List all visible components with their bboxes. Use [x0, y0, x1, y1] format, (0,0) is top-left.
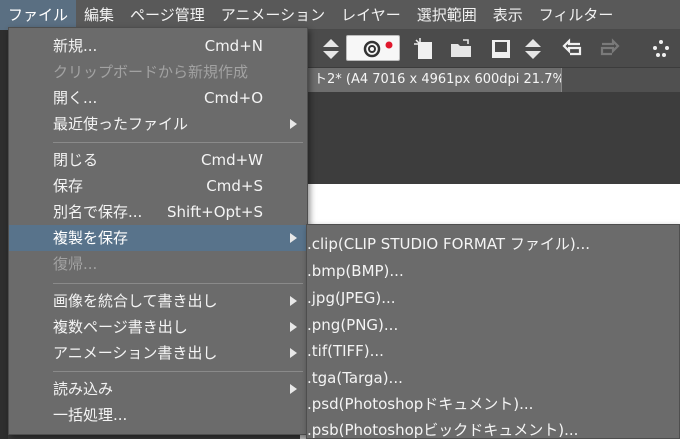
left-panel-edge	[0, 30, 8, 439]
menu-item-label: アニメーション書き出し	[53, 344, 218, 362]
menu-item-export-single-layer[interactable]: 画像を統合して書き出し	[9, 288, 307, 314]
submenu-item-jpg[interactable]: .jpg(JPEG)...	[307, 285, 679, 311]
submenu-arrow-icon	[290, 322, 297, 332]
menu-item-label: 復帰...	[53, 255, 98, 273]
menu-item-import[interactable]: 読み込み	[9, 376, 307, 402]
menu-item-new-from-clipboard: クリップボードから新規作成	[9, 59, 307, 85]
menu-item-label: クリップボードから新規作成	[53, 63, 249, 81]
menu-item-shortcut: Cmd+S	[206, 177, 263, 195]
menu-item-label: 保存	[53, 177, 84, 195]
spinner-arrows-icon[interactable]	[318, 36, 344, 62]
spinner-arrows-icon-2[interactable]	[520, 36, 546, 62]
clip-studio-logo-button[interactable]	[346, 35, 400, 61]
new-document-icon[interactable]	[412, 36, 438, 62]
menu-item-save[interactable]: 保存 Cmd+S	[9, 173, 307, 199]
menu-item-label: 画像を統合して書き出し	[53, 292, 218, 310]
menu-item-close[interactable]: 閉じる Cmd+W	[9, 147, 307, 173]
menu-item-save-as[interactable]: 別名で保存... Shift+Opt+S	[9, 199, 307, 225]
submenu-arrow-icon	[290, 348, 297, 358]
menu-item-batch-process[interactable]: 一括処理...	[9, 402, 307, 428]
menubar-layer[interactable]: レイヤー	[333, 0, 409, 30]
menu-separator	[53, 283, 303, 284]
file-menu: 新規... Cmd+N クリップボードから新規作成 開く... Cmd+O 最近…	[8, 27, 308, 435]
menubar-selection[interactable]: 選択範囲	[409, 0, 485, 30]
menubar-file[interactable]: ファイル	[0, 0, 77, 30]
menu-item-revert: 復帰...	[9, 251, 307, 277]
menu-item-label: 開く...	[53, 89, 98, 107]
open-folder-icon[interactable]	[448, 36, 474, 62]
submenu-arrow-icon	[290, 384, 297, 394]
menu-item-label: 一括処理...	[53, 406, 128, 424]
menu-item-label: 閉じる	[53, 151, 99, 169]
menu-item-export-multiple-pages[interactable]: 複数ページ書き出し	[9, 314, 307, 340]
menu-item-new[interactable]: 新規... Cmd+N	[9, 33, 307, 59]
undo-icon[interactable]	[560, 36, 586, 62]
menubar-page-management[interactable]: ページ管理	[122, 0, 213, 30]
menu-bar: ファイル 編集 ページ管理 アニメーション レイヤー 選択範囲 表示 フィルター	[0, 0, 680, 30]
menu-item-label: 最近使ったファイル	[53, 115, 189, 133]
clip-studio-logo-icon	[363, 40, 393, 58]
settings-dots-icon[interactable]	[648, 36, 674, 62]
save-copy-submenu: .clip(CLIP STUDIO FORMAT ファイル)... .bmp(B…	[306, 224, 680, 439]
menu-item-shortcut: Cmd+W	[200, 151, 263, 169]
submenu-item-psb[interactable]: .psb(Photoshopビックドキュメント)...	[307, 417, 679, 439]
menu-item-label: 別名で保存...	[53, 203, 143, 221]
menu-item-label: 読み込み	[53, 380, 114, 398]
submenu-arrow-icon	[290, 233, 297, 243]
menu-item-shortcut: Cmd+N	[204, 37, 263, 55]
canvas[interactable]	[300, 184, 680, 224]
menu-item-export-animation[interactable]: アニメーション書き出し	[9, 340, 307, 366]
menu-item-label: 新規...	[53, 37, 98, 55]
document-tab[interactable]: ト2* (A4 7016 x 4961px 600dpi 21.7%)	[300, 68, 562, 92]
menu-item-recent-files[interactable]: 最近使ったファイル	[9, 111, 307, 137]
submenu-item-psd[interactable]: .psd(Photoshopドキュメント)...	[307, 391, 679, 417]
menu-separator	[53, 142, 303, 143]
menu-item-label: 複数ページ書き出し	[53, 318, 188, 336]
menu-item-label: 複製を保存	[53, 229, 129, 247]
submenu-item-clip[interactable]: .clip(CLIP STUDIO FORMAT ファイル)...	[307, 231, 679, 257]
menubar-filter[interactable]: フィルター	[531, 0, 622, 30]
menubar-view[interactable]: 表示	[485, 0, 531, 30]
menu-item-save-copy[interactable]: 複製を保存	[9, 225, 307, 251]
menu-item-shortcut: Cmd+O	[204, 89, 263, 107]
menubar-animation[interactable]: アニメーション	[213, 0, 333, 30]
save-icon[interactable]	[488, 36, 514, 62]
submenu-arrow-icon	[290, 296, 297, 306]
redo-icon[interactable]	[596, 36, 622, 62]
submenu-arrow-icon	[290, 119, 297, 129]
workspace-background	[300, 92, 680, 184]
submenu-item-tif[interactable]: .tif(TIFF)...	[307, 338, 679, 364]
menu-item-open[interactable]: 開く... Cmd+O	[9, 85, 307, 111]
submenu-item-png[interactable]: .png(PNG)...	[307, 312, 679, 338]
submenu-item-tga[interactable]: .tga(Targa)...	[307, 365, 679, 391]
menubar-edit[interactable]: 編集	[76, 0, 122, 30]
menu-item-shortcut: Shift+Opt+S	[167, 203, 263, 221]
submenu-item-bmp[interactable]: .bmp(BMP)...	[307, 258, 679, 284]
menu-separator	[53, 371, 303, 372]
